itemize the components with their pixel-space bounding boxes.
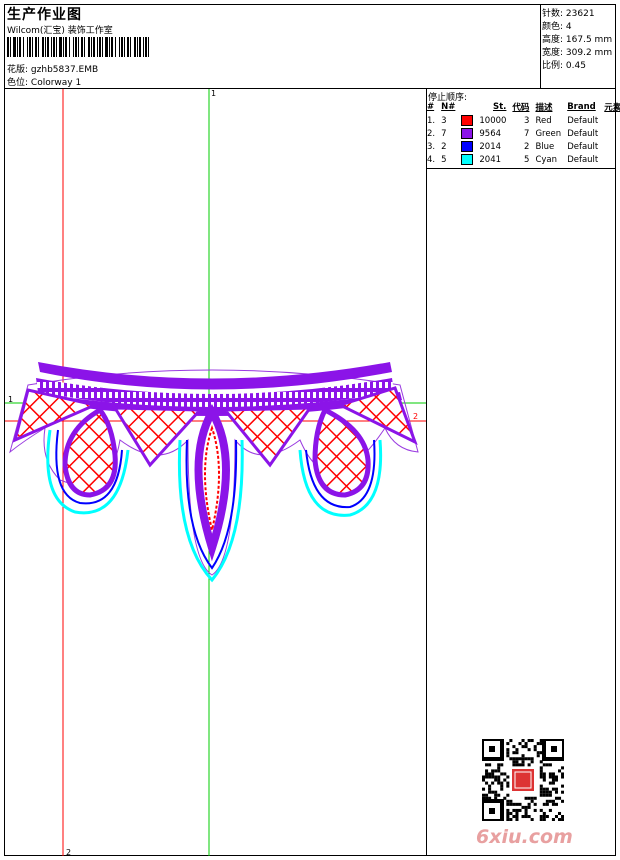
triangle-right-inner	[221, 406, 313, 468]
qr-code-icon	[482, 739, 564, 821]
teardrop-left	[62, 406, 118, 498]
guide-label-left: 1	[8, 395, 14, 404]
embroidery-design-canvas	[5, 89, 426, 856]
top-band-upper	[38, 362, 392, 390]
watermark: 6xiu.com	[476, 826, 573, 848]
guide-label-top: 1	[211, 89, 217, 98]
guide-label-bottom: 2	[66, 848, 72, 857]
guide-label-right: 2	[413, 412, 419, 421]
teardrop-right	[312, 406, 371, 498]
